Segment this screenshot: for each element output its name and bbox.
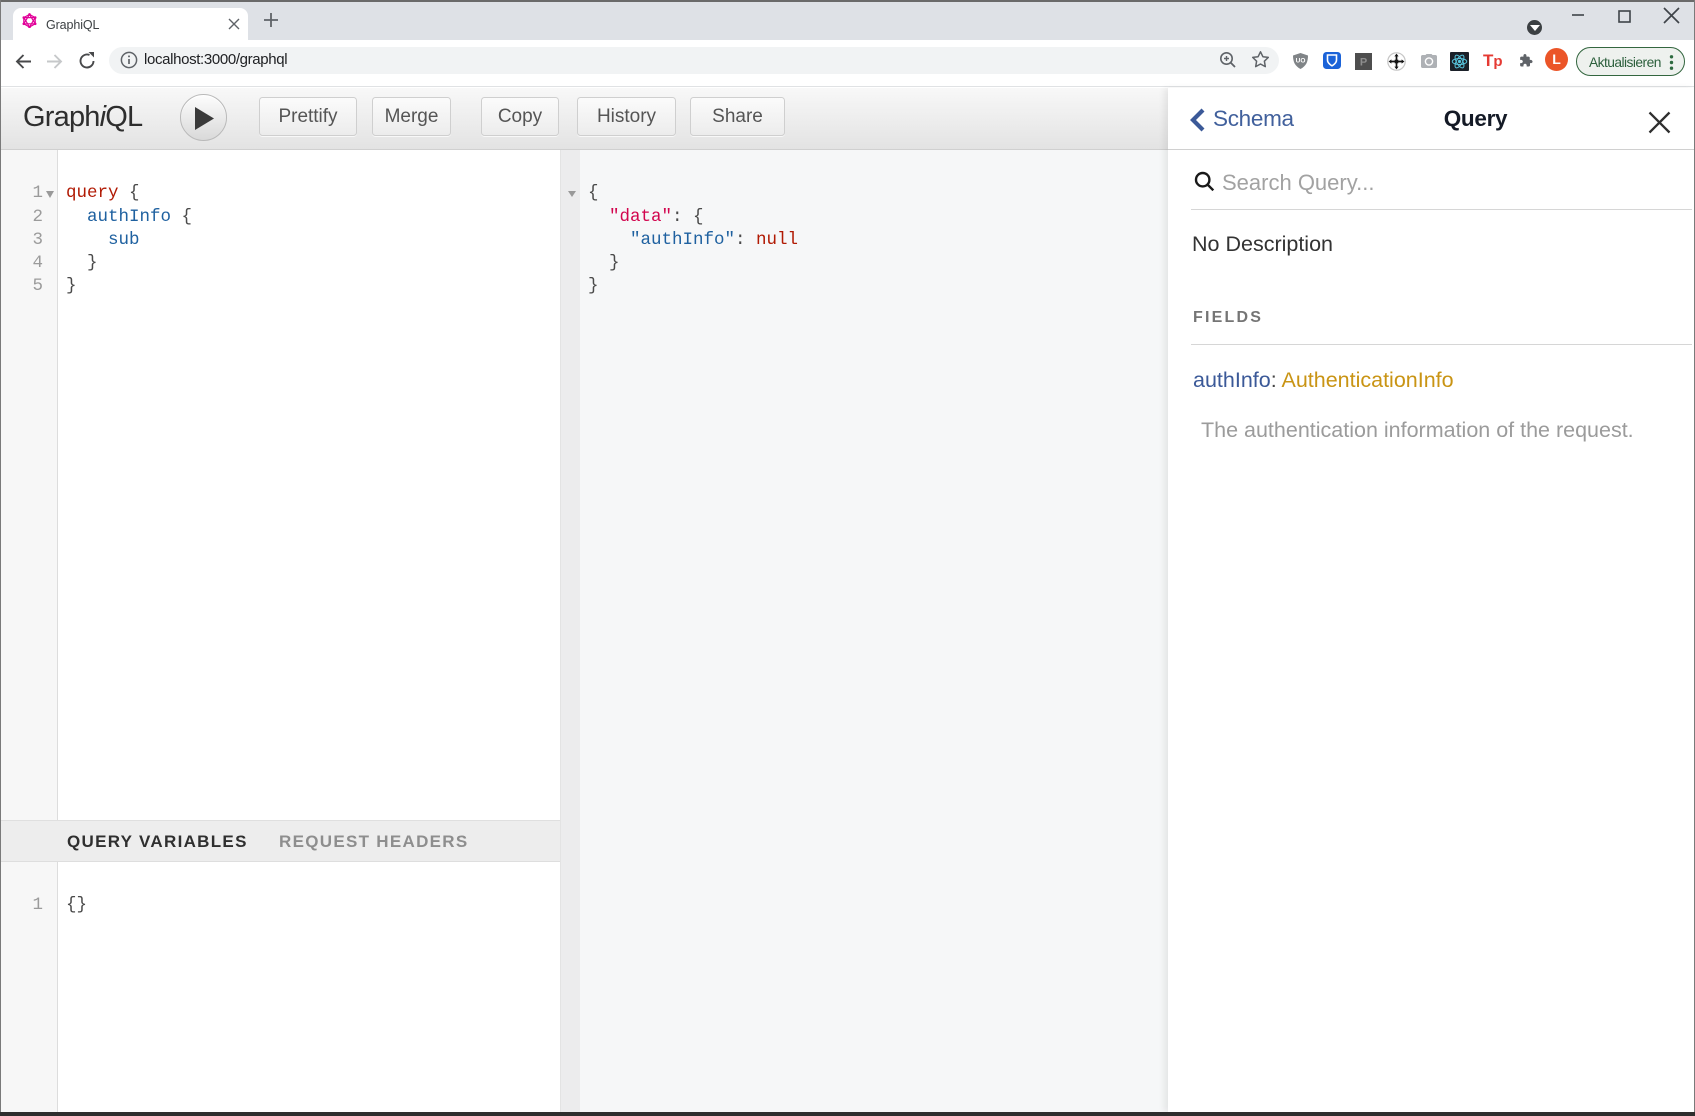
svg-text:UO: UO <box>1296 58 1306 65</box>
svg-text:P: P <box>1360 56 1367 68</box>
